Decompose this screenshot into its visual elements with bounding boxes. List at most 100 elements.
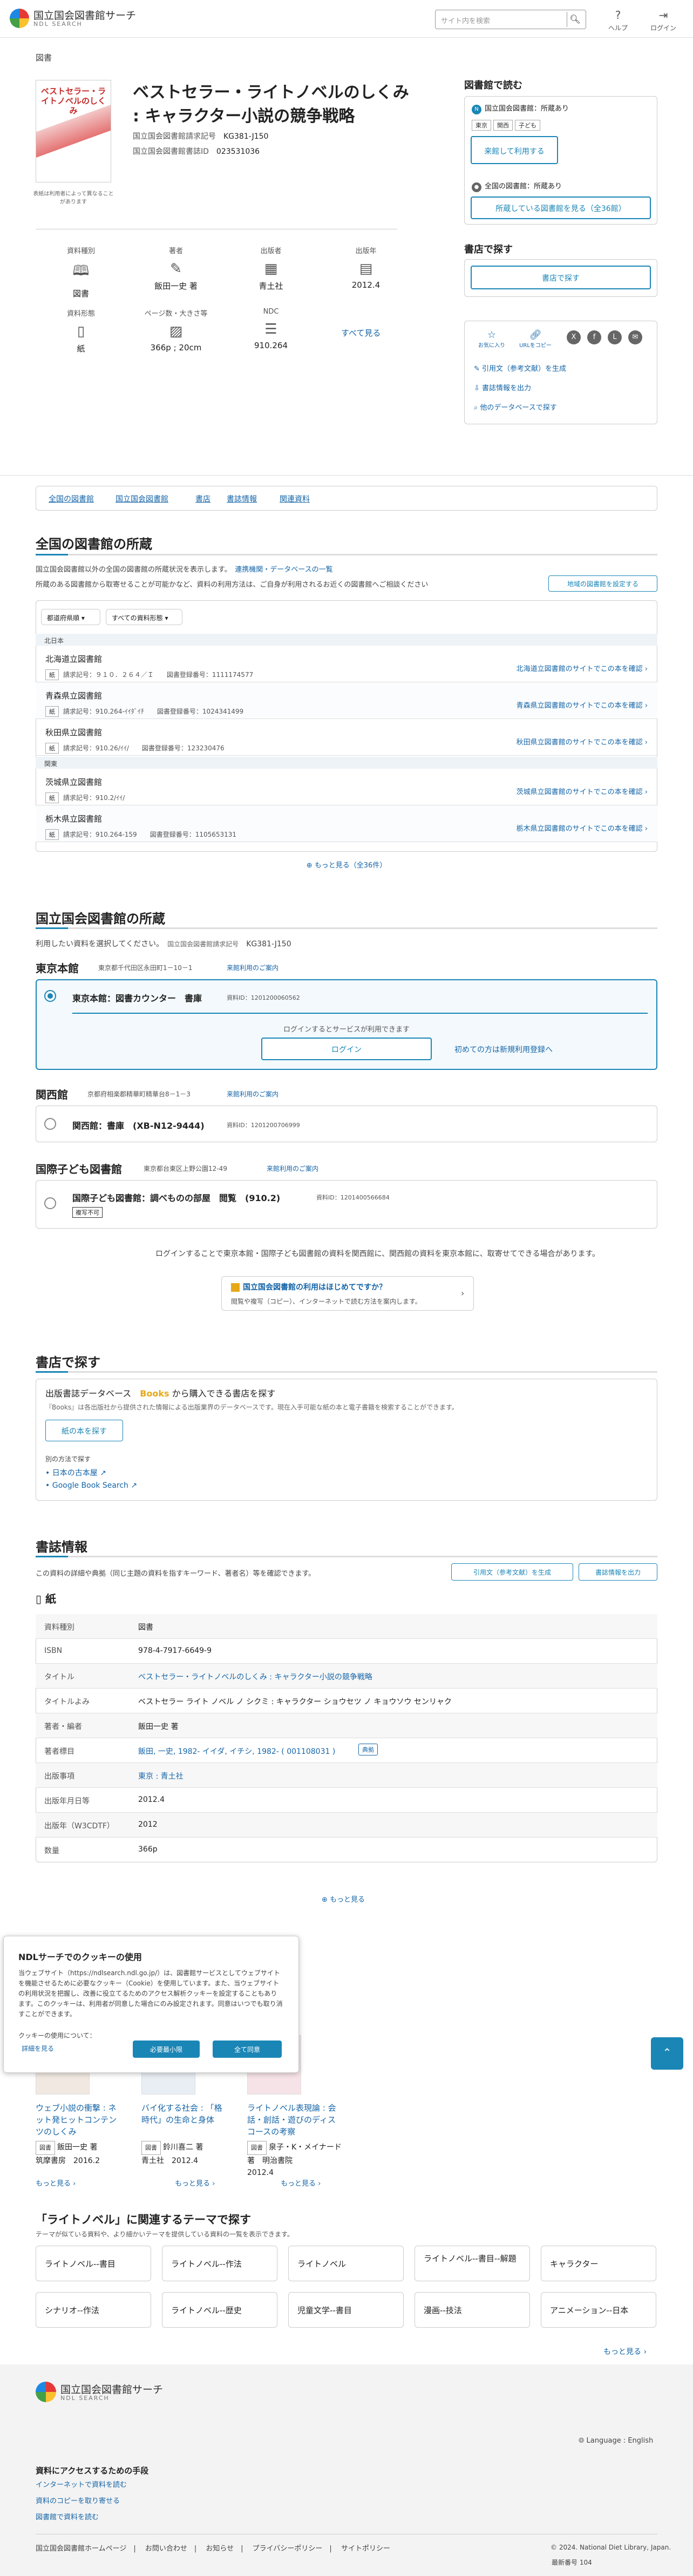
footer-logo-title[interactable]: 国立国会図書館サーチ [60,2382,163,2396]
favorite-button[interactable]: ☆ お気に入り [474,329,509,349]
cookie-necessary-button[interactable]: 必要最小限 [133,2041,200,2058]
author-heading-link[interactable]: 飯田, 一史, 1982- イイダ, イチシ, 1982- ( 00110803… [138,1746,335,1757]
footer-privacy-link[interactable]: プライバシーポリシー [253,2545,323,2553]
cookie-accept-button[interactable]: 全て同意 [213,2041,282,2058]
library-name[interactable]: 北海道立図書館 [45,653,102,665]
partner-list-link[interactable]: 連携機関・データベースの一覧 [235,566,332,574]
visit-button[interactable]: 来館して利用する [471,136,558,164]
sort-select[interactable]: 都道府県順 ▾ [41,609,100,625]
facebook-icon[interactable]: f [587,330,601,344]
mail-icon[interactable]: ✉ [628,330,642,344]
footer-link[interactable]: 資料のコピーを取り寄せる [36,2495,120,2505]
export-link[interactable]: ⇩ 書誌情報を出力 [474,382,531,392]
cite-link[interactable]: ✎ 引用文（参考文献）を生成 [474,363,566,373]
format-select[interactable]: すべての資料形態 ▾ [106,609,182,625]
kansai-item: 関西館：書庫 (XB-N12-9444) [72,1121,205,1131]
tab-related[interactable]: 関連資料 [280,493,310,504]
related-title[interactable]: ライトノベル表現論 : 会話・創話・遊びのディスコースの考察 [247,2102,339,2138]
publisher-link[interactable]: 東京 : 青土社 [138,1771,184,1781]
theme-item[interactable]: シナリオ--作法 [36,2292,151,2328]
theme-item[interactable]: ライトノベル--歴史 [162,2292,277,2328]
tokyo-radio[interactable] [44,990,56,1002]
library-name[interactable]: 茨城県立図書館 [45,776,102,788]
login-link[interactable]: ⇥ ログイン [644,9,682,32]
kids-radio[interactable] [44,1197,56,1209]
theme-item[interactable]: キャラクター [541,2246,656,2281]
holdings-button[interactable]: 所蔵している図書館を見る（全36館） [471,196,651,219]
tab-national[interactable]: 全国の図書館 [49,493,94,504]
footer-logo-icon[interactable] [36,2382,56,2402]
logo-title[interactable]: 国立国会図書館サーチ [33,8,136,22]
bib-id: 国立国会図書館書誌ID 023531036 [133,147,260,156]
theme-item[interactable]: ライトノベル--書目--解題 [415,2246,530,2281]
cookie-detail-link[interactable]: 詳細を見る [22,2044,54,2053]
line-icon[interactable]: L [608,330,622,344]
library-site-link[interactable]: 栃木県立図書館のサイトでこの本を確認 › [443,823,648,833]
google-books-link[interactable]: • Google Book Search ↗ [45,1481,137,1490]
footer-site-policy-link[interactable]: サイトポリシー [341,2545,390,2553]
library-site-link[interactable]: 北海道立図書館のサイトでこの本を確認 › [443,663,648,673]
back-to-top-button[interactable]: ⌃ [651,2037,683,2070]
table-row: 出版年（W3CDTF） 2012 [36,1813,657,1838]
cite-button[interactable]: 引用文（参考文献）を生成 [451,1563,573,1581]
theme-item[interactable]: ライトノベル--書目 [36,2246,151,2281]
ndl-logo-icon[interactable] [10,9,29,28]
kosho-link[interactable]: • 日本の古本屋 ↗ [45,1467,106,1478]
footer-home-link[interactable]: 国立国会図書館ホームページ [36,2545,126,2553]
export-button[interactable]: 書誌情報を出力 [579,1563,657,1581]
theme-item[interactable]: ライトノベル--作法 [162,2246,277,2281]
tab-biblio[interactable]: 書誌情報 [227,493,257,504]
search-input[interactable]: サイト内を検索 [435,10,586,29]
search-icon[interactable]: 🔍︎ [567,12,583,27]
library-site-link[interactable]: 青森県立図書館のサイトでこの本を確認 › [443,700,648,710]
kids-item-card[interactable] [36,1180,657,1229]
language-switch[interactable]: 🌐︎ Language : English [579,2437,653,2445]
more-link[interactable]: もっと見る › [281,2178,321,2188]
footer-news-link[interactable]: お知らせ [206,2545,234,2553]
footer-contact-link[interactable]: お問い合わせ [145,2545,187,2553]
no-copy-badge: 複写不可 [72,1207,103,1218]
title-link[interactable]: ベストセラー・ライトノベルのしくみ : キャラクター小説の競争戦略 [138,1671,372,1682]
more-link[interactable]: もっと見る › [36,2178,76,2188]
cover-title-text: ベストセラー・ライトノベルのしくみ [40,86,106,116]
more-link[interactable]: もっと見る › [175,2178,215,2188]
cover-note: 表紙は利用者によって異なることがあります [33,191,114,205]
kansai-radio[interactable] [44,1118,56,1130]
see-all-link[interactable]: すべて見る [341,327,381,338]
bookstore-button[interactable]: 書店で探す [471,266,651,289]
kids-guide-link[interactable]: 来館利用のご案内 [267,1164,318,1173]
library-site-link[interactable]: 秋田県立図書館のサイトでこの本を確認 › [443,736,648,747]
other-db-link[interactable]: ⌕ 他のデータベースで探す [474,402,557,412]
authority-button[interactable]: 典拠 [358,1744,378,1755]
theme-item[interactable]: 児童文学--書目 [288,2292,404,2328]
book-icon: 🕮︎ [72,263,90,279]
x-icon[interactable]: X [567,330,581,344]
login-button[interactable]: ログイン [261,1038,432,1060]
theme-item[interactable]: ライトノベル [288,2246,404,2281]
paper-book-button[interactable]: 紙の本を探す [45,1420,123,1441]
tab-ndl[interactable]: 国立国会図書館 [116,493,168,504]
library-name[interactable]: 秋田県立図書館 [45,727,102,738]
library-name[interactable]: 青森県立図書館 [45,690,102,701]
footer-link[interactable]: 図書館で資料を読む [36,2511,99,2521]
library-site-link[interactable]: 茨城県立図書館のサイトでこの本を確認 › [443,786,648,796]
table-row: 著者標目 飯田, 一史, 1982- イイダ, イチシ, 1982- ( 0011… [36,1738,657,1763]
register-link[interactable]: 初めての方は新規利用登録へ [454,1044,553,1055]
more-biblio-link[interactable]: ⊕ もっと見る [322,1894,365,1904]
more-themes-link[interactable]: もっと見る › [603,2346,647,2357]
help-button[interactable]: ? ヘルプ [599,9,637,32]
tab-shop[interactable]: 書店 [195,493,210,504]
more-libraries-link[interactable]: ⊕ もっと見る（全36件） [305,859,388,870]
related-title[interactable]: バイ化する社会 : 「格時代」の生命と身体 [141,2102,230,2126]
theme-item[interactable]: アニメーション--日本 [541,2292,656,2328]
kansai-guide-link[interactable]: 来館利用のご案内 [227,1089,278,1099]
theme-item[interactable]: 漫画--技法 [415,2292,530,2328]
related-meta: 図書 泉子・K・メイナード 著 明治書院 2012.4 [247,2141,350,2179]
tokyo-guide-link[interactable]: 来館利用のご案内 [227,963,278,972]
related-title[interactable]: ウェブ小説の衝撃 : ネット発ヒットコンテンツのしくみ [36,2102,124,2138]
footer-link[interactable]: インターネットで資料を読む [36,2479,127,2489]
library-name[interactable]: 栃木県立図書館 [45,813,102,824]
set-region-button[interactable]: 地域の図書館を設定する [548,575,657,592]
copy-url-button[interactable]: 🔗︎ URLをコピー [514,329,557,349]
library-meta: 紙 請求記号：910.264-ｲｲﾀﾞｲﾁ 図書登録番号：1024341499 [45,706,243,717]
